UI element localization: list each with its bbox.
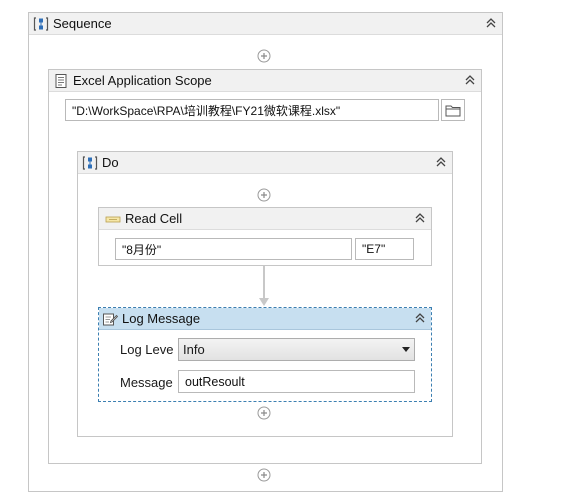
do-icon xyxy=(82,155,98,170)
log-message-title: Log Message xyxy=(122,311,201,326)
chevron-double-up-icon xyxy=(486,18,496,28)
folder-icon xyxy=(445,105,461,116)
log-level-value: Info xyxy=(183,342,205,357)
excel-scope-header[interactable]: Excel Application Scope xyxy=(49,70,481,92)
do-collapse-button[interactable] xyxy=(434,155,448,169)
sequence-title: Sequence xyxy=(53,16,112,31)
cell-input[interactable]: "E7" xyxy=(355,238,414,260)
sequence-header[interactable]: Sequence xyxy=(29,13,502,35)
message-label: Message xyxy=(120,375,173,390)
read-cell-header[interactable]: Read Cell xyxy=(99,208,431,230)
chevron-double-up-icon xyxy=(415,313,425,323)
log-message-collapse-button[interactable] xyxy=(413,311,427,325)
excel-scope-title: Excel Application Scope xyxy=(73,73,212,88)
browse-folder-button[interactable] xyxy=(441,99,465,121)
workbook-path-value: "D:\WorkSpace\RPA\培训教程\FY21微软课程.xlsx" xyxy=(72,103,341,118)
log-message-icon xyxy=(103,313,118,325)
excel-scope-collapse-button[interactable] xyxy=(463,73,477,87)
read-cell-title: Read Cell xyxy=(125,211,183,226)
do-title: Do xyxy=(102,155,119,170)
read-cell-collapse-button[interactable] xyxy=(413,211,427,225)
log-message-header[interactable]: Log Message xyxy=(99,308,431,330)
message-value: outResoult xyxy=(185,374,245,389)
workbook-path-input[interactable]: "D:\WorkSpace\RPA\培训教程\FY21微软课程.xlsx" xyxy=(65,99,439,121)
cell-value: "E7" xyxy=(362,242,386,256)
log-level-select[interactable]: Info xyxy=(178,338,415,361)
chevron-double-up-icon xyxy=(415,213,425,223)
add-activity-icon[interactable] xyxy=(257,188,271,202)
sheet-name-value: "8月份" xyxy=(122,242,162,257)
sequence-icon xyxy=(33,16,49,31)
chevron-double-up-icon xyxy=(436,157,446,167)
log-level-label: Log Leve xyxy=(120,342,174,357)
excel-scope-icon xyxy=(55,73,67,88)
chevron-down-icon xyxy=(402,347,410,352)
sequence-collapse-button[interactable] xyxy=(484,16,498,30)
do-header[interactable]: Do xyxy=(78,152,452,174)
chevron-double-up-icon xyxy=(465,75,475,85)
flow-connector-arrow xyxy=(259,266,269,306)
message-input[interactable]: outResoult xyxy=(178,370,415,393)
add-activity-icon[interactable] xyxy=(257,406,271,420)
sheet-name-input[interactable]: "8月份" xyxy=(115,238,352,260)
add-activity-icon[interactable] xyxy=(257,49,271,63)
read-cell-icon xyxy=(105,216,121,222)
